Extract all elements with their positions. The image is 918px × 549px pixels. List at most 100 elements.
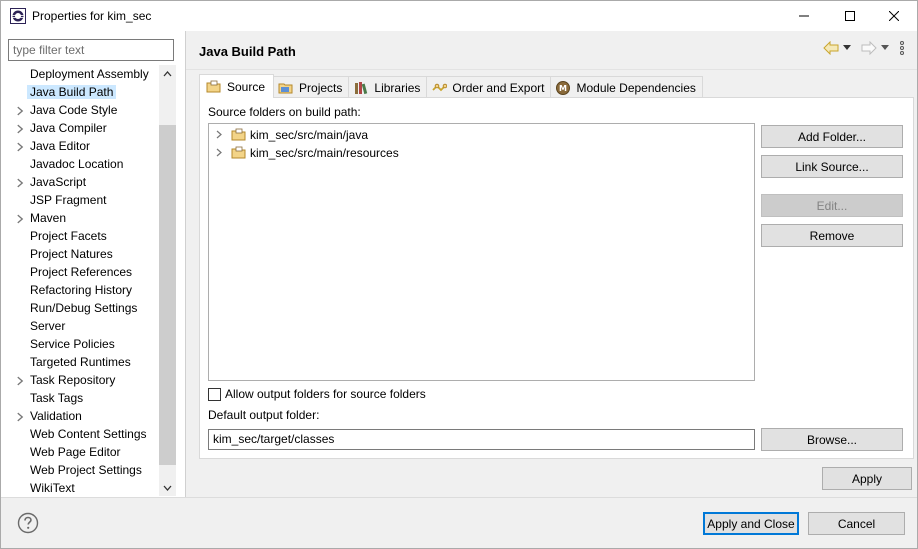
forward-dropdown-icon[interactable]	[881, 45, 889, 51]
default-output-folder-field[interactable]: kim_sec/target/classes	[208, 429, 755, 450]
sidebar-item[interactable]: Task Tags	[1, 390, 159, 408]
close-icon	[889, 11, 899, 21]
sidebar-item-label: Run/Debug Settings	[30, 301, 138, 315]
sidebar-item[interactable]: Project References	[1, 264, 159, 282]
source-folders-tree[interactable]: kim_sec/src/main/java kim_sec/src/main/r…	[208, 123, 755, 381]
sidebar-item[interactable]: Web Project Settings	[1, 462, 159, 480]
edit-button[interactable]: Edit...	[761, 194, 903, 217]
eclipse-app-icon	[10, 8, 26, 24]
sidebar-item[interactable]: Service Policies	[1, 336, 159, 354]
source-folder-label: kim_sec/src/main/resources	[250, 146, 399, 160]
maximize-icon	[845, 11, 855, 21]
svg-text:M: M	[559, 84, 567, 93]
chevron-right-icon[interactable]	[15, 106, 25, 116]
scroll-down-arrow[interactable]	[159, 479, 176, 496]
sidebar-item-label: Task Tags	[30, 391, 84, 405]
chevron-right-icon[interactable]	[15, 178, 25, 188]
sidebar-item[interactable]: Run/Debug Settings	[1, 300, 159, 318]
tab-source[interactable]: Source	[199, 74, 275, 98]
projects-icon	[278, 83, 293, 93]
tab-order-and-export[interactable]: Order and Export	[426, 76, 552, 98]
browse-button[interactable]: Browse...	[761, 428, 903, 451]
sidebar-item[interactable]: Web Page Editor	[1, 444, 159, 462]
sidebar-item[interactable]: Project Natures	[1, 246, 159, 264]
tab-projects[interactable]: Projects	[273, 76, 350, 98]
maximize-button[interactable]	[827, 1, 873, 31]
sidebar-item[interactable]: Refactoring History	[1, 282, 159, 300]
sidebar-item-label: Web Project Settings	[30, 463, 142, 477]
window-title: Properties for kim_sec	[32, 9, 152, 23]
sidebar-item[interactable]: JSP Fragment	[1, 192, 159, 210]
back-arrow-icon[interactable]	[823, 41, 839, 55]
link-source-button[interactable]: Link Source...	[761, 155, 903, 178]
sidebar-item-label: Project Facets	[30, 229, 107, 243]
chevron-right-icon[interactable]	[216, 148, 222, 157]
filter-input[interactable]	[8, 39, 174, 61]
sidebar-item[interactable]: Task Repository	[1, 372, 159, 390]
sidebar-item[interactable]: JavaScript	[1, 174, 159, 192]
apply-and-close-button[interactable]: Apply and Close	[703, 512, 799, 535]
help-icon[interactable]	[17, 512, 39, 534]
footer-separator	[1, 497, 917, 498]
sidebar-item[interactable]: Validation	[1, 408, 159, 426]
chevron-right-icon[interactable]	[15, 214, 25, 224]
minimize-button[interactable]	[781, 1, 827, 31]
sidebar-item-label: Server	[30, 319, 66, 333]
source-folder-item[interactable]: kim_sec/src/main/resources	[209, 144, 749, 162]
sidebar-item[interactable]: Project Facets	[1, 228, 159, 246]
module-icon: M	[556, 80, 571, 95]
chevron-right-icon[interactable]	[15, 412, 25, 422]
source-folder-label: kim_sec/src/main/java	[250, 128, 369, 142]
remove-button[interactable]: Remove	[761, 224, 903, 247]
chevron-right-icon[interactable]	[15, 124, 25, 134]
cancel-button[interactable]: Cancel	[808, 512, 905, 535]
tab-libraries[interactable]: Libraries	[348, 76, 428, 98]
sidebar-item[interactable]: Deployment Assembly	[1, 66, 159, 84]
chevron-right-icon[interactable]	[216, 130, 222, 139]
chevron-right-icon[interactable]	[15, 142, 25, 152]
tab-module-dependencies[interactable]: M Module Dependencies	[550, 76, 703, 98]
sidebar-item-label: Web Content Settings	[30, 427, 147, 441]
sidebar-item-label: JSP Fragment	[30, 193, 107, 207]
title-separator	[186, 69, 917, 70]
forward-arrow-icon[interactable]	[861, 41, 877, 55]
tab-module-dependencies-label: Module Dependencies	[576, 80, 696, 95]
sidebar-item-label: WikiText	[30, 481, 75, 495]
sidebar-item[interactable]: Java Editor	[1, 138, 159, 156]
chevron-up-icon	[163, 70, 172, 76]
sidebar-item[interactable]: Java Build Path	[1, 84, 159, 102]
sidebar-item[interactable]: Java Code Style	[1, 102, 159, 120]
sidebar-item-label: Java Compiler	[30, 121, 107, 135]
chevron-right-icon[interactable]	[15, 376, 25, 386]
view-menu-icon[interactable]	[899, 41, 905, 55]
page-title: Java Build Path	[199, 44, 296, 59]
scroll-thumb[interactable]	[159, 125, 176, 465]
close-button[interactable]	[871, 1, 917, 31]
sidebar-item-label: Service Policies	[30, 337, 115, 351]
add-folder-button[interactable]: Add Folder...	[761, 125, 903, 148]
allow-output-folders-label: Allow output folders for source folders	[225, 387, 426, 401]
apply-button[interactable]: Apply	[822, 467, 912, 490]
back-dropdown-icon[interactable]	[843, 45, 851, 51]
allow-output-folders-checkbox[interactable]	[208, 387, 221, 401]
sidebar-item-label: Validation	[30, 409, 82, 423]
tab-order-and-export-label: Order and Export	[452, 80, 545, 95]
sidebar-item[interactable]: WikiText	[1, 480, 159, 495]
sidebar-item[interactable]: Maven	[1, 210, 159, 228]
sidebar-item[interactable]: Web Content Settings	[1, 426, 159, 444]
sidebar-item-label: JavaScript	[30, 175, 87, 189]
scroll-up-arrow[interactable]	[159, 65, 176, 82]
sidebar-item[interactable]: Java Compiler	[1, 120, 159, 138]
sidebar-item[interactable]: Javadoc Location	[1, 156, 159, 174]
allow-output-folders-option[interactable]: Allow output folders for source folders	[208, 387, 426, 401]
sidebar-item[interactable]: Targeted Runtimes	[1, 354, 159, 372]
tab-source-label: Source	[227, 79, 266, 94]
sidebar-item-label: Maven	[30, 211, 67, 225]
tree-scrollbar[interactable]	[159, 65, 176, 496]
sidebar-item-label: Targeted Runtimes	[30, 355, 131, 369]
sidebar-item[interactable]: Server	[1, 318, 159, 336]
source-folder-item[interactable]: kim_sec/src/main/java	[209, 126, 749, 144]
order-export-icon	[432, 83, 448, 91]
default-output-folder-label: Default output folder:	[208, 408, 320, 422]
sidebar-item-label: Java Editor	[30, 139, 91, 153]
